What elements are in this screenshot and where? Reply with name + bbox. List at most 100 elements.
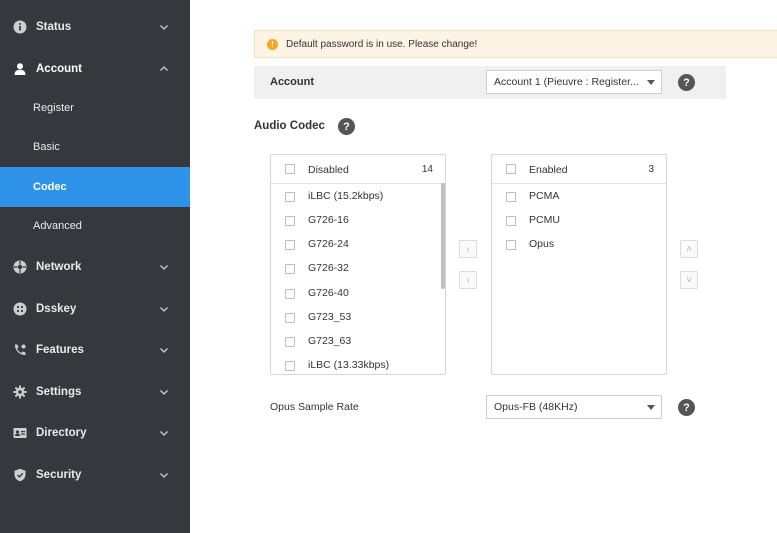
codec-name: G726-24 xyxy=(308,238,349,250)
codec-checkbox[interactable] xyxy=(285,264,295,274)
account-help-icon[interactable]: ? xyxy=(678,74,695,91)
list-item[interactable]: iLBC (13.33kbps) xyxy=(271,354,445,374)
codec-name: Opus xyxy=(529,238,555,250)
sidebar-subitem-codec[interactable]: Codec xyxy=(0,167,190,207)
sidebar-subitem-advanced[interactable]: Advanced xyxy=(0,206,190,246)
sidebar-subitem-label: Advanced xyxy=(33,220,82,232)
sidebar-item-status[interactable]: Status xyxy=(0,12,190,42)
sidebar-item-network[interactable]: Network xyxy=(0,252,190,282)
move-left-button[interactable]: ‹ xyxy=(459,240,477,258)
list-item[interactable]: G726-16 xyxy=(271,209,445,233)
sidebar-subitem-basic[interactable]: Basic xyxy=(0,127,190,167)
disabled-list-title: Disabled xyxy=(308,164,349,176)
sidebar-item-features[interactable]: Features xyxy=(0,335,190,365)
list-item[interactable]: iLBC (15.2kbps) xyxy=(271,185,445,209)
sidebar-item-directory[interactable]: Directory xyxy=(0,418,190,448)
account-label: Account xyxy=(270,76,314,88)
sidebar-item-label: Security xyxy=(36,469,82,481)
default-password-notice: ! Default password is in use. Please cha… xyxy=(254,30,777,58)
phone-icon xyxy=(13,343,27,357)
codec-name: G723_53 xyxy=(308,311,352,323)
chevron-down-icon xyxy=(158,21,170,33)
shield-icon xyxy=(13,468,27,482)
chevron-down-icon xyxy=(158,303,170,315)
sidebar-item-label: Dsskey xyxy=(36,303,77,315)
user-icon xyxy=(13,62,27,76)
chevron-down-icon xyxy=(158,261,170,273)
audio-codec-help-icon[interactable]: ? xyxy=(338,118,355,135)
codec-checkbox[interactable] xyxy=(506,216,516,226)
codec-name: G723_63 xyxy=(308,335,352,347)
opus-help-icon[interactable]: ? xyxy=(678,399,695,416)
list-item[interactable]: PCMA xyxy=(492,185,666,209)
chevron-down-icon xyxy=(158,469,170,481)
list-item[interactable]: G726-32 xyxy=(271,257,445,281)
move-up-button[interactable]: ˄ xyxy=(680,240,698,258)
dsskey-icon xyxy=(13,302,27,316)
sidebar-item-label: Settings xyxy=(36,386,82,398)
sidebar-item-security[interactable]: Security xyxy=(0,460,190,490)
sidebar-item-label: Features xyxy=(36,344,84,356)
opus-select-value: Opus-FB (48KHz) xyxy=(494,401,578,413)
codec-checkbox[interactable] xyxy=(285,289,295,299)
sidebar-item-label: Account xyxy=(36,63,82,75)
codec-checkbox[interactable] xyxy=(285,361,295,371)
codec-name: iLBC (15.2kbps) xyxy=(308,190,384,202)
account-select-value: Account 1 (Pieuvre : Register... xyxy=(494,76,639,88)
warning-icon: ! xyxy=(267,38,278,50)
list-item[interactable]: G723_53 xyxy=(271,306,445,330)
codec-name: PCMA xyxy=(529,190,560,202)
chevron-down-icon xyxy=(158,386,170,398)
directory-icon xyxy=(13,426,27,440)
sidebar-subitem-register[interactable]: Register xyxy=(0,88,190,128)
enabled-list-header: Enabled 3 xyxy=(492,155,666,184)
disabled-list-count: 14 xyxy=(421,164,433,175)
enabled-list-title: Enabled xyxy=(529,164,568,176)
disabled-codec-list: Disabled 14 iLBC (15.2kbps) G726-16 G726… xyxy=(270,154,446,375)
codec-checkbox[interactable] xyxy=(285,337,295,347)
account-select[interactable]: Account 1 (Pieuvre : Register... xyxy=(486,70,662,94)
list-item[interactable]: G723_63 xyxy=(271,330,445,354)
sidebar-item-account[interactable]: Account xyxy=(0,54,190,84)
opus-sample-rate-select[interactable]: Opus-FB (48KHz) xyxy=(486,395,662,419)
select-all-enabled-checkbox[interactable] xyxy=(506,164,516,174)
codec-checkbox[interactable] xyxy=(285,192,295,202)
info-icon xyxy=(13,20,27,34)
list-item[interactable]: G726-24 xyxy=(271,233,445,257)
codec-checkbox[interactable] xyxy=(285,240,295,250)
disabled-list-header: Disabled 14 xyxy=(271,155,445,184)
list-item[interactable]: Opus xyxy=(492,233,666,257)
enabled-list-count: 3 xyxy=(648,164,654,175)
move-down-button[interactable]: ˅ xyxy=(680,271,698,289)
codec-name: PCMU xyxy=(529,214,560,226)
disabled-list-scrollbar[interactable] xyxy=(441,183,445,289)
network-icon xyxy=(13,260,27,274)
caret-down-icon xyxy=(647,405,655,410)
codec-checkbox[interactable] xyxy=(285,313,295,323)
notice-text: Default password is in use. Please chang… xyxy=(286,38,478,50)
chevron-up-icon xyxy=(158,63,170,75)
move-right-button[interactable]: › xyxy=(459,271,477,289)
chevron-down-icon xyxy=(158,344,170,356)
sidebar-item-label: Directory xyxy=(36,427,87,439)
sidebar: Status Account Register Basic Codec Adva… xyxy=(0,0,190,533)
enabled-codec-list: Enabled 3 PCMA PCMU Opus xyxy=(491,154,667,375)
codec-checkbox[interactable] xyxy=(285,216,295,226)
codec-name: G726-32 xyxy=(308,262,349,274)
codec-checkbox[interactable] xyxy=(506,240,516,250)
codec-checkbox[interactable] xyxy=(506,192,516,202)
opus-sample-rate-label: Opus Sample Rate xyxy=(270,401,359,413)
sidebar-item-dsskey[interactable]: Dsskey xyxy=(0,294,190,324)
list-item[interactable]: G726-40 xyxy=(271,282,445,306)
sidebar-subitem-label: Basic xyxy=(33,141,60,153)
sidebar-item-label: Status xyxy=(36,21,72,33)
sidebar-item-settings[interactable]: Settings xyxy=(0,377,190,407)
gear-icon xyxy=(13,385,27,399)
audio-codec-title: Audio Codec xyxy=(254,120,325,132)
codec-name: G726-40 xyxy=(308,287,349,299)
caret-down-icon xyxy=(647,80,655,85)
sidebar-item-label: Network xyxy=(36,261,82,273)
select-all-disabled-checkbox[interactable] xyxy=(285,164,295,174)
list-item[interactable]: PCMU xyxy=(492,209,666,233)
sidebar-subitem-label: Register xyxy=(33,102,74,114)
